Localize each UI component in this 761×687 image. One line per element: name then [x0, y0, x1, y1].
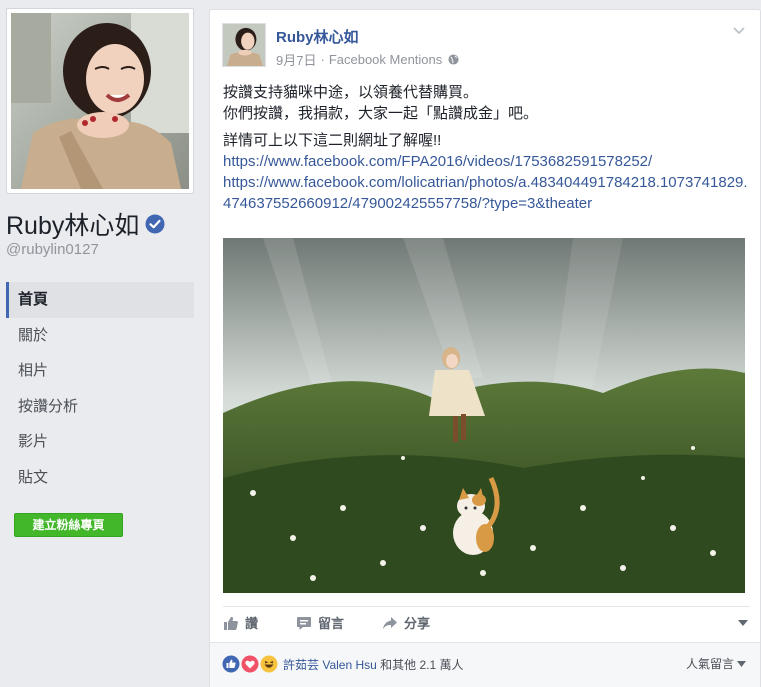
nav-item-about[interactable]: 關於 [6, 318, 194, 354]
share-button[interactable]: 分享 [382, 613, 430, 632]
like-reaction-icon[interactable] [222, 655, 240, 673]
comment-icon [297, 616, 312, 630]
left-column: Ruby林心如 @rubylin0127 首頁 關於 相片 按讚分析 影片 貼文… [0, 0, 200, 687]
post-text-line: 按讚支持貓咪中途，以領養代替購買。 [223, 84, 479, 101]
reaction-icons[interactable] [222, 655, 279, 673]
post-author-avatar[interactable] [222, 23, 266, 67]
create-page-button[interactable]: 建立粉絲專頁 [14, 513, 123, 537]
post-actions: 讚 留言 分享 [223, 606, 750, 638]
post-text-line: 你們按讚，我捐款，大家一起「點讚成金」吧。 [223, 105, 539, 122]
thumbs-up-icon [224, 616, 238, 630]
post-link-2[interactable]: https://www.facebook.com/lolicatrian/pho… [223, 174, 748, 212]
nav-item-likes[interactable]: 按讚分析 [6, 389, 194, 425]
post-photo[interactable] [223, 238, 745, 593]
page-name-text[interactable]: Ruby林心如 [6, 206, 139, 242]
share-label: 分享 [404, 616, 431, 631]
like-label: 讚 [245, 616, 259, 631]
meta-separator: · [320, 52, 325, 67]
post-meta: 9月7日 · Facebook Mentions [276, 50, 459, 69]
page-name[interactable]: Ruby林心如 [6, 206, 165, 242]
nav-item-home[interactable]: 首頁 [6, 282, 194, 318]
nav-item-posts[interactable]: 貼文 [6, 460, 194, 496]
share-icon [383, 616, 398, 629]
love-reaction-icon[interactable] [241, 655, 259, 673]
comment-label: 留言 [318, 616, 345, 631]
verified-badge-icon [145, 214, 165, 234]
nav-item-photos[interactable]: 相片 [6, 353, 194, 389]
reaction-summary: 許茹芸 Valen Hsu 和其他 2.1 萬人 [283, 656, 464, 673]
post-author-name[interactable]: Ruby林心如 [276, 26, 359, 47]
chevron-down-icon [737, 660, 746, 667]
post-options-chevron-icon[interactable] [732, 26, 746, 36]
post-card: Ruby林心如 9月7日 · Facebook Mentions 按讚支持貓咪中… [209, 9, 761, 687]
comment-button[interactable]: 留言 [296, 613, 344, 632]
page-nav: 首頁 關於 相片 按讚分析 影片 貼文 [6, 282, 194, 495]
share-options-chevron-icon[interactable] [738, 619, 748, 627]
post-source[interactable]: Facebook Mentions [329, 52, 442, 67]
profile-picture-frame[interactable] [6, 8, 194, 194]
page-handle: @rubylin0127 [6, 241, 99, 258]
haha-reaction-icon[interactable] [260, 655, 278, 673]
comment-sort-label: 人氣留言 [685, 657, 734, 671]
post-date[interactable]: 9月7日 [276, 50, 316, 69]
reaction-names[interactable]: 許茹芸 Valen Hsu [283, 658, 377, 672]
like-button[interactable]: 讚 [223, 613, 258, 632]
profile-picture[interactable] [11, 13, 189, 189]
post-body: 按讚支持貓咪中途，以領養代替購買。 你們按讚，我捐款，大家一起「點讚成金」吧。 … [223, 82, 753, 214]
comment-sort-dropdown[interactable]: 人氣留言 [686, 655, 746, 672]
post-link-1[interactable]: https://www.facebook.com/FPA2016/videos/… [223, 153, 652, 170]
reaction-count[interactable]: 和其他 2.1 萬人 [380, 658, 463, 672]
post-text-line: 詳情可上以下這二則網址了解喔!! [223, 132, 442, 149]
nav-item-videos[interactable]: 影片 [6, 424, 194, 460]
globe-icon [448, 54, 459, 65]
reactions-bar: 許茹芸 Valen Hsu 和其他 2.1 萬人 人氣留言 [210, 642, 760, 687]
